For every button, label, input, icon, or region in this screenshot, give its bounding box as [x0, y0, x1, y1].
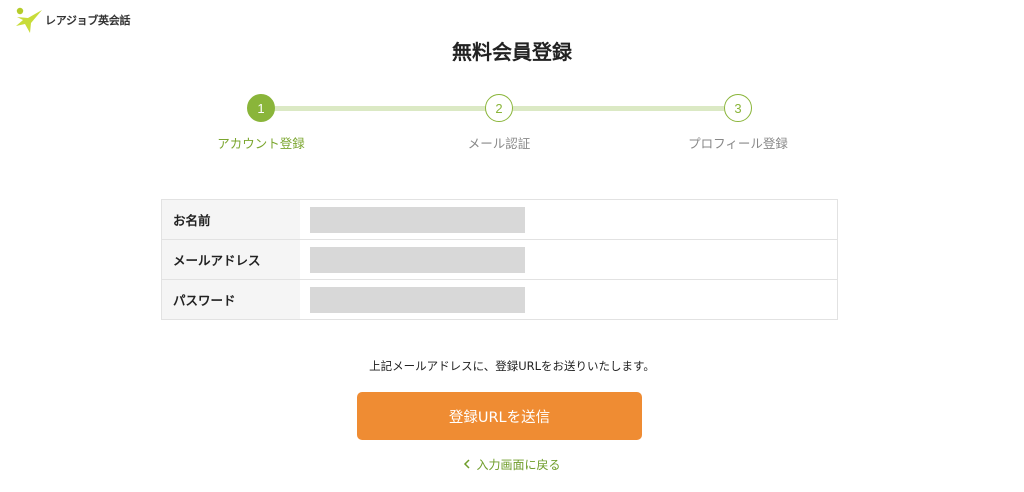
email-field[interactable] [310, 246, 525, 273]
step-1-label: アカウント登録 [217, 136, 305, 151]
step-3-circle: 3 [724, 94, 752, 122]
back-link-label: 入力画面に戻る [476, 458, 561, 472]
form-row-password: パスワード [162, 280, 837, 319]
step-2-label: メール認証 [467, 136, 531, 151]
step-2-circle: 2 [485, 94, 513, 122]
logo-text: レアジョブ英会話 [45, 14, 131, 27]
logo[interactable]: レアジョブ英会話 [14, 4, 130, 36]
step-3-label: プロフィール登録 [688, 136, 788, 151]
email-cell [300, 240, 837, 279]
form-row-email: メールアドレス [162, 240, 837, 280]
info-note: 上記メールアドレスに、登録URLをお送りいたします。 [369, 359, 655, 373]
password-cell [300, 280, 837, 319]
step-connector [274, 106, 486, 111]
registration-form: お名前 メールアドレス パスワード [161, 199, 838, 320]
step-indicator: 1 2 3 アカウント登録 メール認証 プロフィール登録 [0, 92, 1024, 162]
chevron-left-icon [463, 458, 471, 472]
back-to-input-link[interactable]: 入力画面に戻る [0, 456, 1024, 473]
step-connector [513, 106, 724, 111]
name-field[interactable] [310, 206, 525, 233]
page-title: 無料会員登録 [452, 40, 572, 64]
logo-mark-icon [14, 5, 44, 35]
email-label: メールアドレス [162, 240, 300, 279]
name-cell [300, 200, 837, 239]
password-field[interactable] [310, 286, 525, 313]
form-row-name: お名前 [162, 200, 837, 240]
password-label: パスワード [162, 280, 300, 319]
send-registration-url-button[interactable]: 登録URLを送信 [357, 392, 642, 440]
name-label: お名前 [162, 200, 300, 239]
step-1-circle: 1 [247, 94, 275, 122]
